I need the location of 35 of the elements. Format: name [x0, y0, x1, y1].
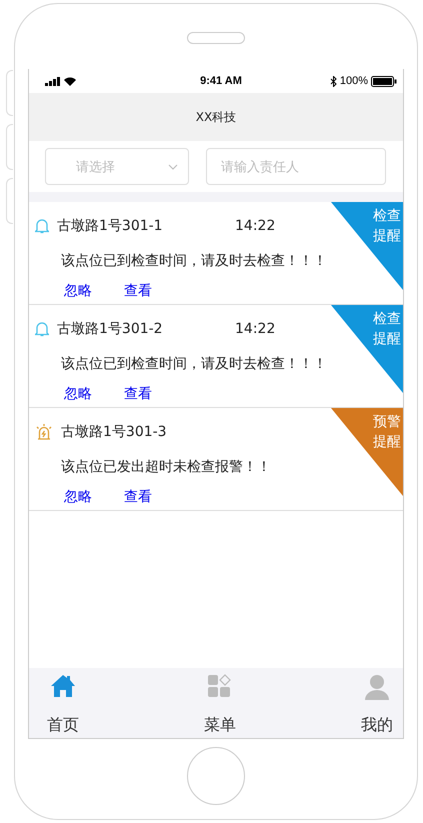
status-time: 9:41 AM: [200, 75, 242, 87]
battery-percent: 100%: [340, 75, 368, 87]
signal-icon: [45, 76, 61, 86]
bell-icon: [35, 321, 49, 337]
speaker-slot: [187, 32, 245, 44]
action-link[interactable]: 查看: [124, 488, 152, 506]
alert-time: 14:22: [235, 218, 276, 234]
action-link[interactable]: 忽略: [64, 385, 92, 403]
location-label: 古墩路1号301-2: [57, 320, 164, 338]
bluetooth-icon: [330, 76, 337, 86]
action-link[interactable]: 忽略: [64, 488, 92, 506]
alert-message: 该点位已到检查时间，请及时去检查！！！: [61, 355, 328, 373]
action-link[interactable]: 查看: [124, 385, 152, 403]
chevron-down-icon: [168, 164, 178, 170]
corner-tag: 检查 提醒: [331, 202, 403, 290]
alarm-icon: [35, 423, 53, 441]
action-link[interactable]: 查看: [124, 282, 152, 300]
corner-tag: 检查 提醒: [331, 305, 403, 393]
location-label: 古墩路1号301-3: [61, 423, 168, 441]
tab-item[interactable]: 我的: [359, 668, 395, 738]
tab-item[interactable]: 首页: [45, 668, 81, 738]
bell-icon: [35, 218, 49, 234]
grid-icon: [207, 674, 233, 698]
app-title: XX科技: [196, 108, 236, 126]
alert-message: 该点位已到检查时间，请及时去检查！！！: [61, 252, 328, 270]
corner-tag: 预警 提醒: [331, 408, 403, 496]
battery-icon: [371, 76, 397, 86]
tab-item[interactable]: 菜单: [202, 668, 238, 738]
wifi-icon: [64, 76, 76, 86]
home-icon: [50, 674, 76, 698]
location-label: 古墩路1号301-1: [57, 217, 164, 235]
alert-message: 该点位已发出超时未检查报警！！: [61, 458, 272, 476]
alert-time: 14:22: [235, 321, 276, 337]
action-link[interactable]: 忽略: [64, 282, 92, 300]
user-icon: [364, 674, 390, 700]
